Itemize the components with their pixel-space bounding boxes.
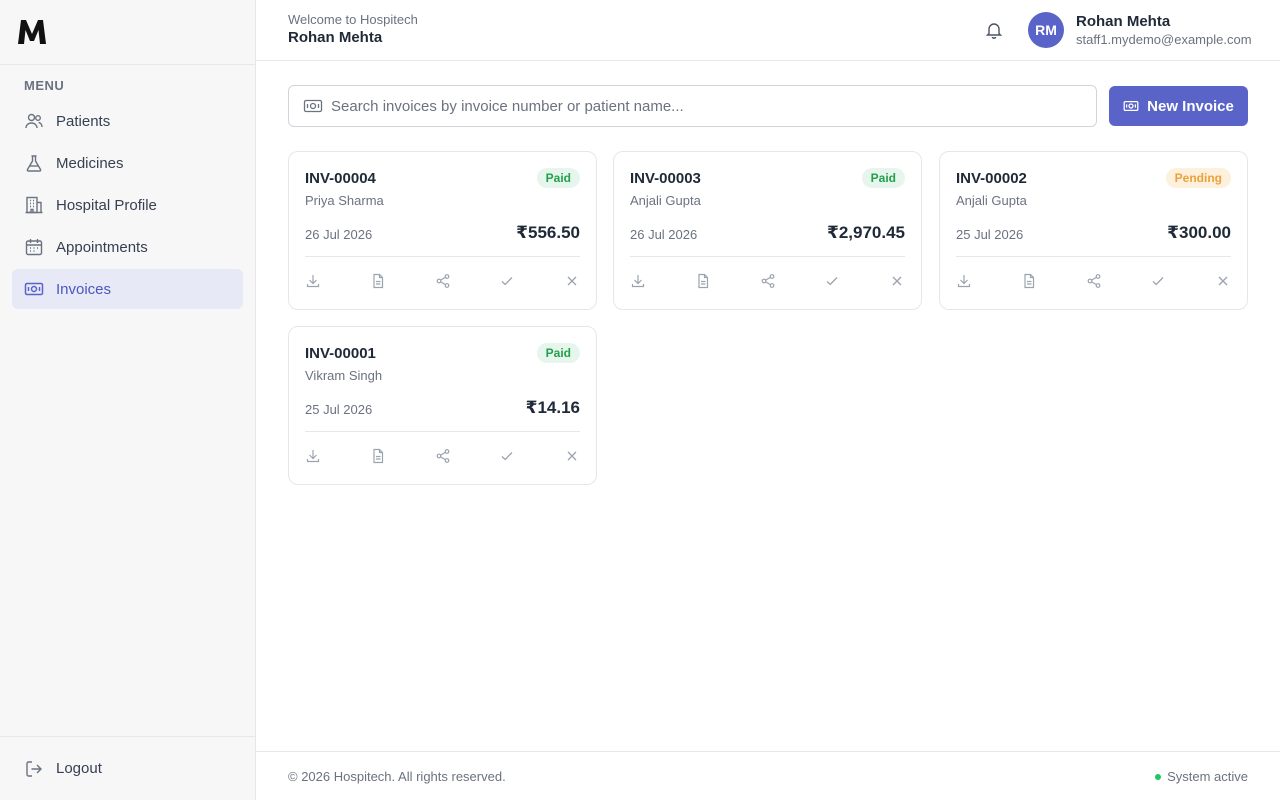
top-header: Welcome to Hospitech Rohan Mehta RM Roha…	[256, 0, 1280, 61]
card-divider	[305, 431, 580, 432]
card-divider	[630, 256, 905, 257]
profile-name: Rohan Mehta	[1076, 13, 1171, 30]
invoice-number: INV-00002	[956, 170, 1027, 187]
menu-heading: MENU	[24, 78, 65, 93]
system-status: System active	[1155, 769, 1248, 784]
banknote-icon	[24, 279, 44, 299]
sidebar: MENU Patients Medicines Hospital Profile…	[0, 0, 256, 800]
logout-label: Logout	[56, 760, 102, 777]
invoice-amount: ₹14.16	[525, 398, 580, 417]
invoice-number: INV-00001	[305, 345, 376, 362]
sidebar-item-label: Medicines	[56, 154, 124, 172]
invoice-date: 26 Jul 2026	[305, 227, 373, 242]
logout-icon	[24, 759, 44, 779]
check-icon[interactable]	[824, 273, 840, 289]
share-icon[interactable]	[1086, 273, 1102, 289]
sidebar-item-hospital-profile[interactable]: Hospital Profile	[12, 185, 243, 225]
status-badge: Pending	[1165, 168, 1231, 188]
card-divider	[956, 256, 1231, 257]
status-badge: Paid	[536, 168, 580, 188]
share-icon[interactable]	[760, 273, 776, 289]
invoice-number: INV-00003	[630, 170, 701, 187]
sidebar-item-label: Invoices	[56, 280, 112, 298]
download-icon[interactable]	[305, 273, 321, 289]
status-badge: Paid	[861, 168, 905, 188]
status-text: System active	[1167, 769, 1248, 784]
sidebar-item-label: Hospital Profile	[56, 196, 157, 214]
download-icon[interactable]	[630, 273, 646, 289]
patient-name: Anjali Gupta	[956, 193, 1027, 208]
file-icon[interactable]	[370, 448, 386, 464]
invoice-date: 25 Jul 2026	[956, 227, 1024, 242]
new-invoice-label: New Invoice	[1147, 97, 1234, 115]
download-icon[interactable]	[305, 448, 321, 464]
check-icon[interactable]	[1150, 273, 1166, 289]
invoice-amount: ₹2,970.45	[826, 223, 905, 242]
check-icon[interactable]	[499, 273, 515, 289]
invoice-amount: ₹300.00	[1167, 223, 1231, 242]
welcome-text: Welcome to Hospitech	[288, 12, 418, 27]
invoice-date: 25 Jul 2026	[305, 402, 373, 417]
building-icon	[24, 195, 44, 215]
sidebar-item-medicines[interactable]: Medicines	[12, 143, 243, 183]
banknote-icon	[303, 96, 323, 116]
invoice-card[interactable]: INV-00001 Paid Vikram Singh 25 Jul 2026 …	[288, 326, 597, 485]
m-logo-icon[interactable]	[16, 16, 48, 48]
new-invoice-button[interactable]: New Invoice	[1109, 86, 1248, 126]
close-icon[interactable]	[889, 273, 905, 289]
footer: © 2026 Hospitech. All rights reserved. S…	[256, 751, 1280, 800]
patient-name: Priya Sharma	[305, 193, 384, 208]
file-icon[interactable]	[695, 273, 711, 289]
header-user-name: Rohan Mehta	[288, 29, 383, 46]
sidebar-item-label: Patients	[56, 112, 111, 130]
invoice-card[interactable]: INV-00004 Paid Priya Sharma 26 Jul 2026 …	[288, 151, 597, 310]
close-icon[interactable]	[564, 273, 580, 289]
card-divider	[305, 256, 580, 257]
card-actions	[305, 447, 580, 465]
logout-button[interactable]: Logout	[0, 736, 255, 800]
invoice-card[interactable]: INV-00002 Pending Anjali Gupta 25 Jul 20…	[939, 151, 1248, 310]
sidebar-nav: Patients Medicines Hospital Profile Appo…	[0, 101, 255, 309]
profile-email: staff1.mydemo@example.com	[1076, 32, 1252, 47]
file-icon[interactable]	[370, 273, 386, 289]
users-icon	[24, 111, 44, 131]
patient-name: Anjali Gupta	[630, 193, 701, 208]
calendar-icon	[24, 237, 44, 257]
card-actions	[956, 272, 1231, 290]
invoice-number: INV-00004	[305, 170, 376, 187]
share-icon[interactable]	[435, 448, 451, 464]
flask-icon	[24, 153, 44, 173]
sidebar-item-label: Appointments	[56, 238, 148, 256]
bell-icon[interactable]	[984, 20, 1004, 40]
share-icon[interactable]	[435, 273, 451, 289]
invoice-date: 26 Jul 2026	[630, 227, 698, 242]
search-input[interactable]	[331, 97, 1071, 115]
logo-row	[0, 0, 255, 65]
search-bar	[288, 85, 1097, 127]
sidebar-item-invoices[interactable]: Invoices	[12, 269, 243, 309]
download-icon[interactable]	[956, 273, 972, 289]
invoice-card[interactable]: INV-00003 Paid Anjali Gupta 26 Jul 2026 …	[613, 151, 922, 310]
check-icon[interactable]	[499, 448, 515, 464]
status-dot-icon	[1155, 773, 1162, 780]
close-icon[interactable]	[564, 448, 580, 464]
banknote-icon	[1123, 98, 1139, 114]
close-icon[interactable]	[1215, 273, 1231, 289]
card-actions	[630, 272, 905, 290]
card-actions	[305, 272, 580, 290]
patient-name: Vikram Singh	[305, 368, 383, 383]
avatar[interactable]: RM	[1028, 12, 1064, 48]
invoice-amount: ₹556.50	[516, 223, 580, 242]
sidebar-item-patients[interactable]: Patients	[12, 101, 243, 141]
copyright-text: © 2026 Hospitech. All rights reserved.	[288, 769, 506, 784]
status-badge: Paid	[536, 343, 580, 363]
file-icon[interactable]	[1021, 273, 1037, 289]
sidebar-item-appointments[interactable]: Appointments	[12, 227, 243, 267]
